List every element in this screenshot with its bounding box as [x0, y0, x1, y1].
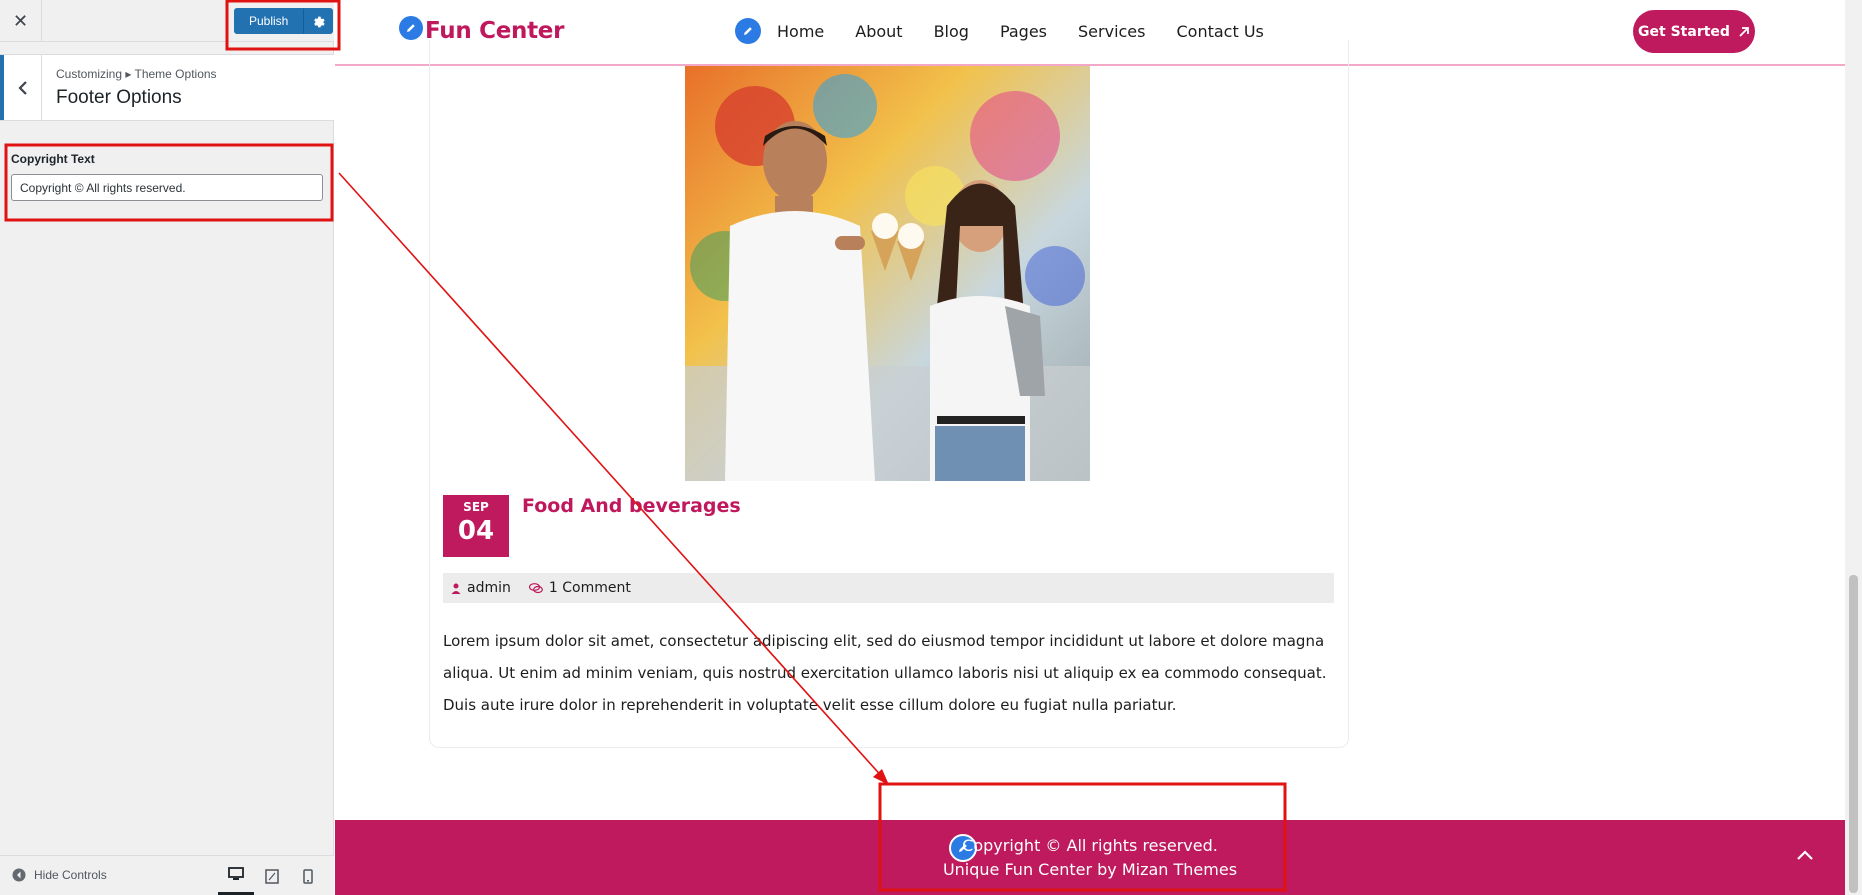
back-to-top-button[interactable]: [1790, 840, 1820, 870]
preview-scrollbar-thumb[interactable]: [1849, 575, 1858, 893]
pencil-icon: [744, 27, 752, 35]
hide-controls-button[interactable]: Hide Controls: [12, 868, 107, 882]
publish-group: Publish: [234, 8, 334, 34]
desktop-preview-button[interactable]: [218, 856, 254, 895]
collapse-icon: [12, 868, 26, 882]
post-title[interactable]: Food And beverages: [522, 495, 741, 517]
post-author[interactable]: admin: [451, 580, 511, 596]
screen: ✕ Publish Customizing ▸ Theme Options Fo…: [0, 0, 1862, 895]
gear-icon: [314, 16, 325, 27]
publish-button[interactable]: Publish: [234, 8, 304, 34]
back-button[interactable]: [0, 55, 42, 120]
edit-shortcut-icon[interactable]: [399, 16, 423, 40]
mobile-icon: [303, 868, 313, 884]
close-customizer-button[interactable]: ✕: [0, 0, 42, 42]
nav-item-blog[interactable]: Blog: [934, 22, 969, 41]
post-date-month: SEP: [463, 500, 489, 514]
post-date-badge: SEP 04: [443, 495, 509, 557]
post-comments[interactable]: 1 Comment: [528, 580, 631, 596]
tablet-preview-button[interactable]: [254, 856, 290, 895]
nav-item-about[interactable]: About: [855, 22, 902, 41]
post-featured-image[interactable]: [685, 66, 1090, 481]
site-footer: Copyright © All rights reserved. Unique …: [335, 820, 1845, 895]
chevron-left-icon: [17, 80, 27, 95]
nav-item-contact[interactable]: Contact Us: [1176, 22, 1263, 41]
post-date-day: 04: [457, 516, 495, 546]
user-icon: [451, 583, 461, 594]
post-excerpt: Lorem ipsum dolor sit amet, consectetur …: [443, 632, 1327, 714]
device-preview-switcher: [218, 856, 326, 895]
nav-item-services[interactable]: Services: [1078, 22, 1145, 41]
site-preview: Fun Center Home About Blog Pages Service…: [335, 0, 1845, 895]
close-icon: ✕: [12, 10, 29, 31]
pencil-icon: [407, 24, 415, 32]
post-meta: admin 1 Comment: [443, 573, 1334, 603]
section-title: Footer Options: [56, 87, 182, 108]
customizer-panel: ✕ Publish Customizing ▸ Theme Options Fo…: [0, 0, 334, 895]
get-started-button[interactable]: Get Started: [1633, 10, 1755, 53]
footer-credit[interactable]: Unique Fun Center by Mizan Themes: [335, 860, 1845, 879]
publish-settings-button[interactable]: [303, 8, 334, 34]
get-started-label: Get Started: [1638, 23, 1730, 40]
nav-item-pages[interactable]: Pages: [1000, 22, 1047, 41]
hide-controls-label: Hide Controls: [34, 868, 107, 882]
chevron-up-icon: [1797, 850, 1813, 860]
section-title-bar: Customizing ▸ Theme Options Footer Optio…: [0, 54, 334, 121]
breadcrumb: Customizing ▸ Theme Options: [56, 67, 217, 81]
desktop-icon: [228, 867, 244, 880]
nav-item-home[interactable]: Home: [777, 22, 824, 41]
arrow-up-right-icon: [1739, 26, 1749, 37]
copyright-text-label: Copyright Text: [11, 152, 95, 166]
tablet-icon: [265, 868, 279, 884]
featured-photo: [685, 66, 1090, 481]
mobile-preview-button[interactable]: [290, 856, 326, 895]
copyright-text-input[interactable]: [11, 174, 323, 201]
customizer-header: ✕ Publish: [0, 0, 334, 42]
customizer-footer: Hide Controls: [0, 855, 334, 895]
footer-copyright: Copyright © All rights reserved.: [962, 836, 1218, 855]
comments-icon: [528, 582, 543, 593]
post-author-name: admin: [467, 580, 511, 596]
post-comments-count: 1 Comment: [548, 580, 631, 596]
